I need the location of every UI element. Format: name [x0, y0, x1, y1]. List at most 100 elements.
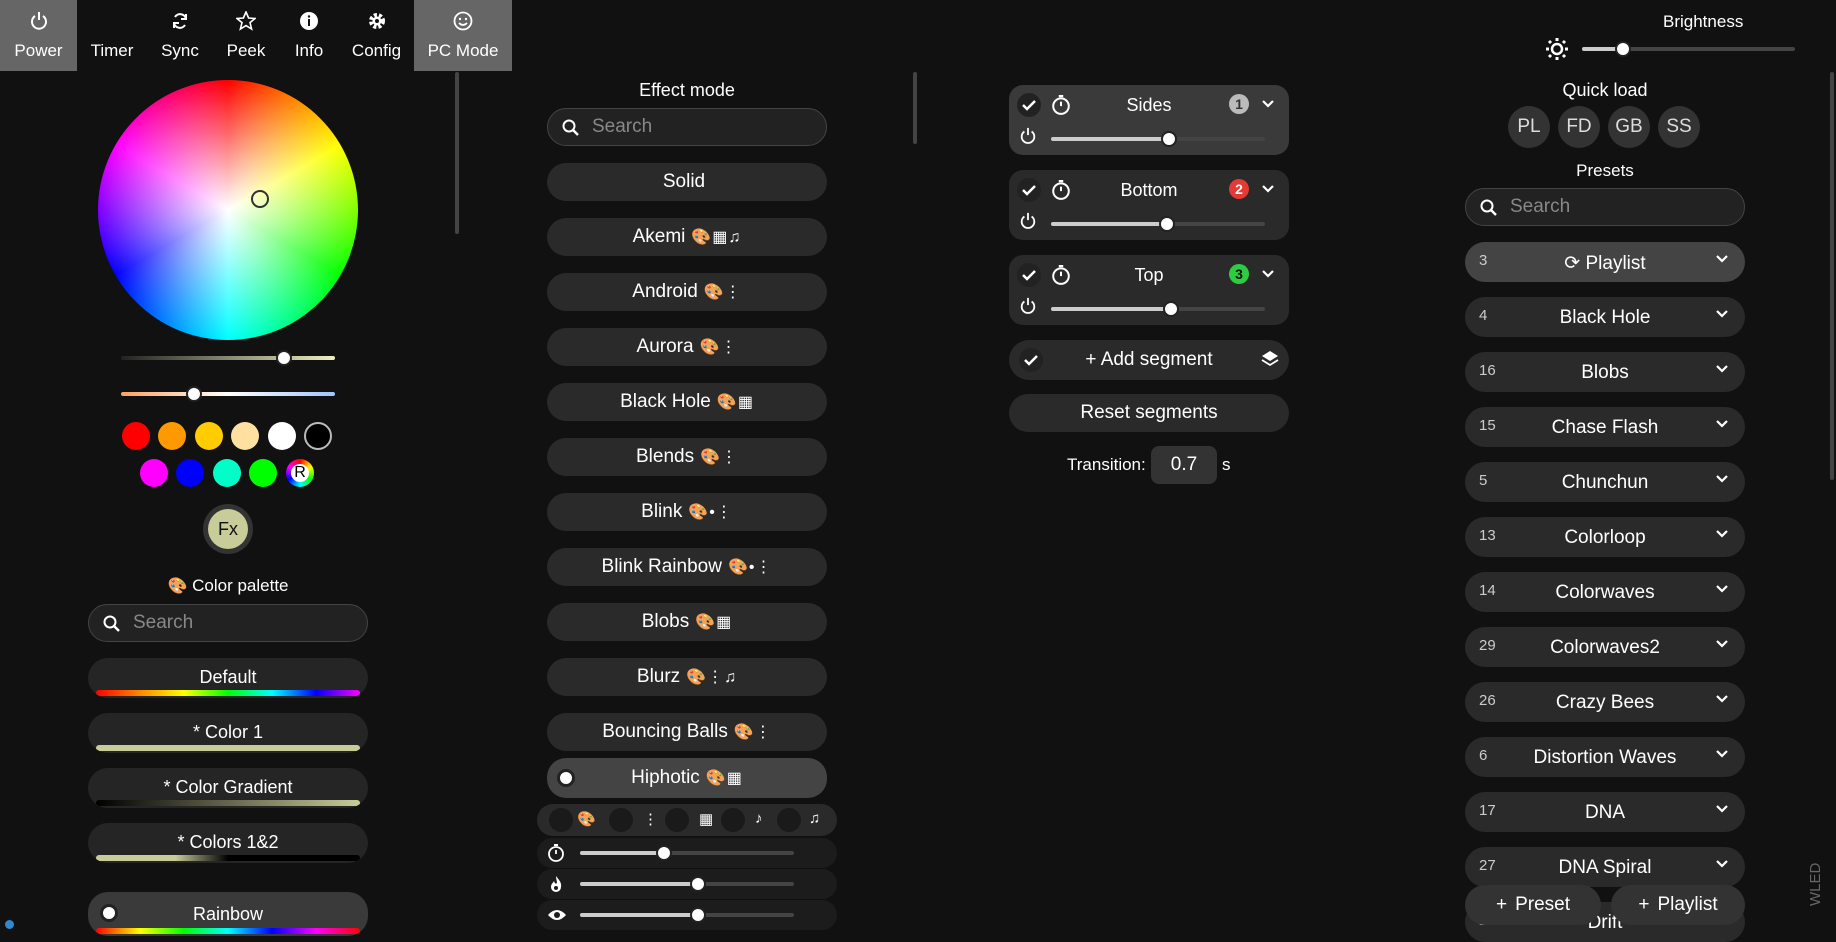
- white-slider[interactable]: [121, 350, 335, 366]
- effect-item-android[interactable]: Android 🎨⋮: [547, 273, 827, 311]
- palette-item-colors-1-2[interactable]: * Colors 1&2: [88, 823, 368, 863]
- tab-info[interactable]: Info: [279, 0, 339, 71]
- chevron-down-icon[interactable]: [1715, 639, 1729, 649]
- quick-color-magenta[interactable]: [140, 459, 168, 487]
- preset-item[interactable]: 5 Chunchun: [1465, 462, 1745, 502]
- presets-scrollbar[interactable]: [1830, 72, 1834, 480]
- effect-item-aurora[interactable]: Aurora 🎨⋮: [547, 328, 827, 366]
- quick-color-black[interactable]: [304, 422, 332, 450]
- filter-palette[interactable]: [549, 808, 573, 832]
- segment-brightness-knob[interactable]: [1163, 301, 1179, 317]
- chevron-down-icon[interactable]: [1715, 474, 1729, 484]
- add-segment-button[interactable]: + Add segment: [1009, 340, 1289, 380]
- filter-2d[interactable]: [665, 808, 689, 832]
- chevron-down-icon[interactable]: [1715, 584, 1729, 594]
- custom-slider[interactable]: [580, 907, 794, 923]
- segment-sides[interactable]: Sides 1: [1009, 85, 1289, 155]
- speed-knob[interactable]: [656, 845, 672, 861]
- brightness-slider[interactable]: [1582, 41, 1795, 57]
- intensity-knob[interactable]: [690, 876, 706, 892]
- white-slider-knob[interactable]: [276, 350, 292, 366]
- quick-color-warm-white[interactable]: [231, 422, 259, 450]
- tab-sync[interactable]: Sync: [147, 0, 213, 71]
- segment-brightness-slider[interactable]: [1051, 301, 1265, 317]
- quick-color-cyan[interactable]: [213, 459, 241, 487]
- speed-slider[interactable]: [580, 845, 794, 861]
- fx-button[interactable]: Fx: [203, 504, 253, 554]
- effect-item-blink-rainbow[interactable]: Blink Rainbow 🎨•⋮: [547, 548, 827, 586]
- segment-brightness-knob[interactable]: [1161, 131, 1177, 147]
- quick-color-blue[interactable]: [176, 459, 204, 487]
- quick-color-orange[interactable]: [158, 422, 186, 450]
- color-wheel[interactable]: [98, 80, 358, 340]
- tab-power[interactable]: Power: [0, 0, 77, 71]
- effect-item-blends[interactable]: Blends 🎨⋮: [547, 438, 827, 476]
- quick-load-fd[interactable]: FD: [1558, 106, 1600, 148]
- palette-item-color-gradient[interactable]: * Color Gradient: [88, 768, 368, 808]
- intensity-slider[interactable]: [580, 876, 794, 892]
- chevron-down-icon[interactable]: [1261, 184, 1275, 194]
- effects-scrollbar[interactable]: [913, 72, 917, 144]
- quick-color-white[interactable]: [268, 422, 296, 450]
- preset-item[interactable]: 13 Colorloop: [1465, 517, 1745, 557]
- chevron-down-icon[interactable]: [1715, 254, 1729, 264]
- add-preset-button[interactable]: + Preset: [1465, 885, 1601, 925]
- chevron-down-icon[interactable]: [1715, 749, 1729, 759]
- chevron-down-icon[interactable]: [1715, 529, 1729, 539]
- power-icon[interactable]: [1019, 212, 1037, 230]
- effect-item-bouncing-balls[interactable]: Bouncing Balls 🎨⋮: [547, 713, 827, 751]
- segment-brightness-knob[interactable]: [1159, 216, 1175, 232]
- power-icon[interactable]: [1019, 127, 1037, 145]
- preset-item[interactable]: 17 DNA: [1465, 792, 1745, 832]
- effect-item-black-hole[interactable]: Black Hole 🎨▦: [547, 383, 827, 421]
- quick-load-gb[interactable]: GB: [1608, 106, 1650, 148]
- filter-frequency[interactable]: [777, 808, 801, 832]
- cct-slider[interactable]: [121, 386, 335, 402]
- filter-volume[interactable]: [721, 808, 745, 832]
- chevron-down-icon[interactable]: [1715, 859, 1729, 869]
- custom-knob[interactable]: [690, 907, 706, 923]
- quick-color-green[interactable]: [249, 459, 277, 487]
- palette-search-input[interactable]: Search: [88, 604, 368, 642]
- effect-item-hiphotic[interactable]: Hiphotic 🎨▦: [547, 758, 827, 798]
- chevron-down-icon[interactable]: [1261, 99, 1275, 109]
- palette-item-color-1[interactable]: * Color 1: [88, 713, 368, 753]
- cct-slider-knob[interactable]: [186, 386, 202, 402]
- segment-brightness-slider[interactable]: [1051, 131, 1265, 147]
- transition-input[interactable]: 0.7: [1151, 446, 1217, 484]
- power-icon[interactable]: [1019, 297, 1037, 315]
- effect-item-blurz[interactable]: Blurz 🎨⋮♫: [547, 658, 827, 696]
- chevron-down-icon[interactable]: [1715, 804, 1729, 814]
- preset-item[interactable]: 15 Chase Flash: [1465, 407, 1745, 447]
- reset-segments-button[interactable]: Reset segments: [1009, 394, 1289, 432]
- effect-item-blobs[interactable]: Blobs 🎨▦: [547, 603, 827, 641]
- effect-item-solid[interactable]: Solid: [547, 163, 827, 201]
- add-playlist-button[interactable]: + Playlist: [1611, 885, 1745, 925]
- quick-load-ss[interactable]: SS: [1658, 106, 1700, 148]
- quick-load-pl[interactable]: PL: [1508, 106, 1550, 148]
- chevron-down-icon[interactable]: [1261, 269, 1275, 279]
- segment-bottom[interactable]: Bottom 2: [1009, 170, 1289, 240]
- tab-peek[interactable]: Peek: [213, 0, 279, 71]
- preset-item[interactable]: 29 Colorwaves2: [1465, 627, 1745, 667]
- tab-timer[interactable]: Timer: [77, 0, 147, 71]
- effect-item-blink[interactable]: Blink 🎨•⋮: [547, 493, 827, 531]
- brightness-knob[interactable]: [1615, 41, 1631, 57]
- color-wheel-picker[interactable]: [251, 190, 269, 208]
- effects-search-input[interactable]: Search: [547, 108, 827, 146]
- chevron-down-icon[interactable]: [1715, 694, 1729, 704]
- palette-item-rainbow[interactable]: Rainbow: [88, 892, 368, 936]
- random-color-button[interactable]: R: [286, 459, 314, 487]
- segment-brightness-slider[interactable]: [1051, 216, 1265, 232]
- quick-color-red[interactable]: [122, 422, 150, 450]
- segment-top[interactable]: Top 3: [1009, 255, 1289, 325]
- presets-search-input[interactable]: Search: [1465, 188, 1745, 226]
- chevron-down-icon[interactable]: [1715, 309, 1729, 319]
- preset-item[interactable]: 4 Black Hole: [1465, 297, 1745, 337]
- palette-item-default[interactable]: Default: [88, 658, 368, 698]
- quick-color-amber[interactable]: [195, 422, 223, 450]
- preset-item[interactable]: 14 Colorwaves: [1465, 572, 1745, 612]
- left-scrollbar[interactable]: [455, 72, 459, 234]
- chevron-down-icon[interactable]: [1715, 419, 1729, 429]
- filter-1d[interactable]: [609, 808, 633, 832]
